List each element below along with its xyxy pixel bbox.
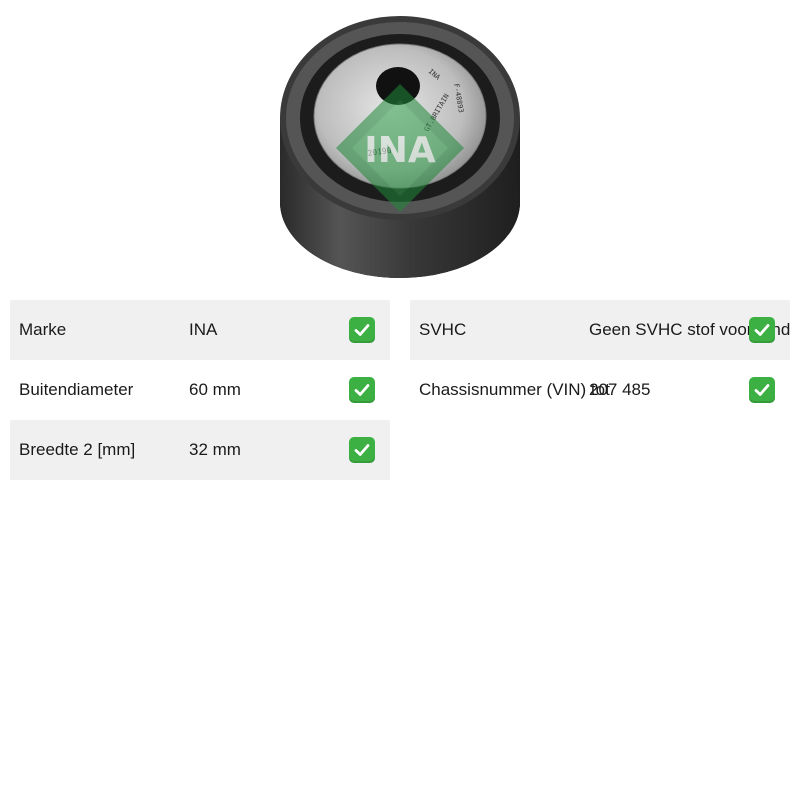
spec-value: INA (189, 320, 218, 339)
pulley-illustration: INA F-48893 GT.BRITAIN 20190 INA (280, 16, 520, 278)
check-icon (349, 377, 375, 403)
spec-label: SVHC (419, 320, 467, 339)
check-icon (749, 377, 775, 403)
product-image: INA F-48893 GT.BRITAIN 20190 INA (278, 14, 522, 280)
svg-text:INA: INA (364, 130, 436, 171)
spec-label: Buitendiameter (19, 380, 134, 399)
check-icon (749, 317, 775, 343)
spec-row: Buitendiameter 60 mm (10, 360, 390, 420)
spec-label: Breedte 2 [mm] (19, 440, 136, 459)
spec-row: Breedte 2 [mm] 32 mm (10, 420, 390, 480)
spec-row: Chassisnummer (VIN) tot 207 485 (410, 360, 790, 420)
spec-table-right: SVHC Geen SVHC stof voorhanden Chassisnu… (410, 300, 790, 420)
check-icon (349, 437, 375, 463)
spec-label: Chassisnummer (VIN) tot (419, 380, 610, 399)
product-page: INA F-48893 GT.BRITAIN 20190 INA Marke I… (0, 0, 800, 800)
spec-value: 60 mm (189, 380, 241, 399)
spec-table-left: Marke INA Buitendiameter 60 mm Breedte 2… (10, 300, 390, 480)
spec-row: Marke INA (10, 300, 390, 360)
spec-row: SVHC Geen SVHC stof voorhanden (410, 300, 790, 360)
spec-label: Marke (19, 320, 67, 339)
spec-value: 32 mm (189, 440, 241, 459)
spec-value: 207 485 (589, 380, 651, 399)
check-icon (349, 317, 375, 343)
